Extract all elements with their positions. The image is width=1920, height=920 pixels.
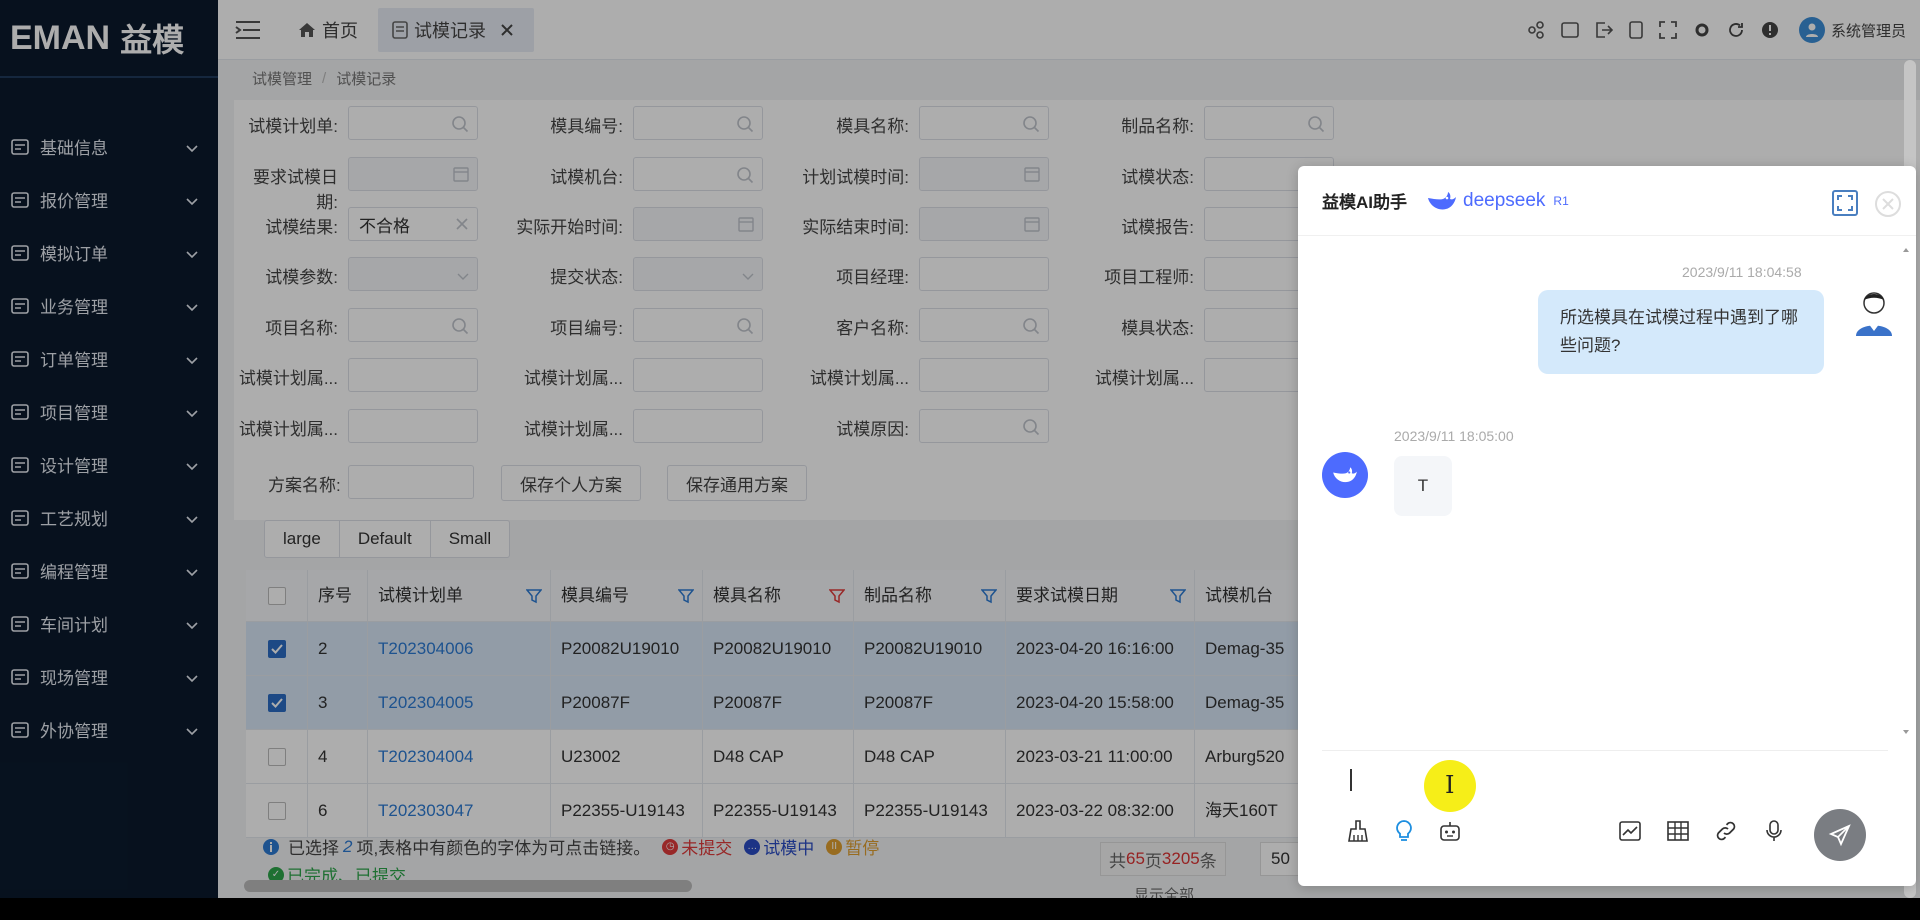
chat-scrollbar[interactable] bbox=[1902, 246, 1910, 736]
deepseek-logo: deepseek R1 bbox=[1425, 188, 1569, 214]
table-icon[interactable] bbox=[1666, 819, 1690, 843]
user-message-bubble: 所选模具在试模过程中遇到了哪些问题? bbox=[1538, 290, 1824, 374]
user-avatar bbox=[1856, 292, 1892, 336]
microphone-icon[interactable] bbox=[1762, 819, 1786, 843]
bottom-bar bbox=[0, 898, 1920, 920]
broom-icon[interactable] bbox=[1346, 819, 1370, 843]
mouse-cursor-highlight: I bbox=[1424, 760, 1476, 812]
ai-assistant-header: 益模AI助手 deepseek R1 bbox=[1298, 166, 1916, 236]
deepseek-brand: deepseek bbox=[1463, 189, 1546, 211]
whale-icon bbox=[1333, 467, 1357, 483]
scroll-up-icon[interactable] bbox=[1902, 246, 1910, 254]
ai-message-text: T bbox=[1417, 476, 1429, 495]
chat-input-area[interactable] bbox=[1322, 750, 1888, 864]
send-icon bbox=[1828, 824, 1851, 847]
text-caret bbox=[1350, 769, 1352, 791]
send-button[interactable] bbox=[1814, 809, 1866, 861]
text-cursor-icon: I bbox=[1445, 771, 1455, 799]
chat-tools-left bbox=[1346, 819, 1462, 843]
ai-avatar bbox=[1322, 452, 1368, 498]
ai-assistant-panel: 益模AI助手 deepseek R1 2023/9/11 18:04:58 所选… bbox=[1298, 166, 1916, 886]
user-message-time: 2023/9/11 18:04:58 bbox=[1682, 264, 1802, 280]
whale-icon bbox=[1428, 191, 1456, 209]
lightbulb-icon[interactable] bbox=[1392, 819, 1416, 843]
ai-assistant-title: 益模AI助手 bbox=[1322, 193, 1407, 212]
line-chart-icon[interactable] bbox=[1618, 819, 1642, 843]
scroll-down-icon[interactable] bbox=[1902, 728, 1910, 736]
close-icon[interactable] bbox=[1874, 190, 1902, 218]
deepseek-model-tag: R1 bbox=[1553, 193, 1569, 208]
ai-message-time: 2023/9/11 18:05:00 bbox=[1394, 428, 1514, 444]
link-icon[interactable] bbox=[1714, 819, 1738, 843]
chat-tools-right bbox=[1618, 819, 1786, 843]
ai-message-bubble: T bbox=[1394, 456, 1452, 516]
app-window: EMAN 益模 基础信息 报价管理 模拟订单 业务管理 订单管理 项目管理 设计管理 工艺规划… bbox=[0, 0, 1920, 898]
maximize-icon[interactable] bbox=[1832, 190, 1858, 216]
robot-icon[interactable] bbox=[1438, 819, 1462, 843]
user-message-text: 所选模具在试模过程中遇到了哪些问题? bbox=[1560, 308, 1798, 355]
